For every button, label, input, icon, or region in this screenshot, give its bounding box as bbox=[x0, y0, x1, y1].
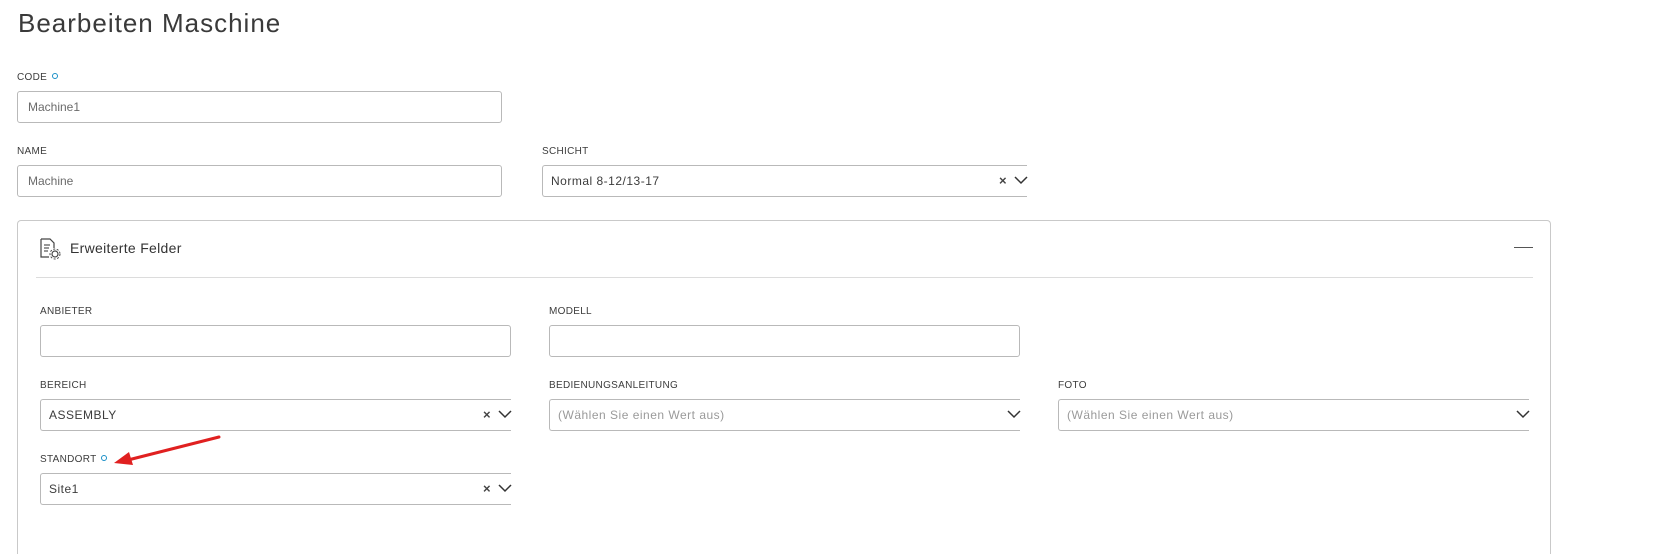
name-input[interactable]: Machine bbox=[17, 165, 502, 197]
clear-x-icon[interactable]: × bbox=[483, 474, 491, 504]
code-input[interactable]: Machine1 bbox=[17, 91, 502, 123]
name-label: NAME bbox=[17, 146, 48, 157]
bereich-select[interactable]: ASSEMBLY × bbox=[40, 399, 512, 431]
bedienungsanleitung-label: BEDIENUNGSANLEITUNG bbox=[549, 380, 679, 391]
standort-value: Site1 bbox=[49, 482, 79, 496]
anbieter-label: ANBIETER bbox=[40, 306, 93, 317]
minus-icon[interactable] bbox=[1514, 247, 1533, 248]
bereich-label: BEREICH bbox=[40, 380, 87, 391]
panel-divider bbox=[36, 277, 1533, 278]
bereich-value: ASSEMBLY bbox=[49, 408, 117, 422]
chevron-down-icon[interactable] bbox=[498, 409, 512, 419]
chevron-down-icon[interactable] bbox=[498, 483, 512, 493]
bedienungsanleitung-select[interactable]: (Wählen Sie einen Wert aus) bbox=[549, 399, 1021, 431]
panel-title: Erweiterte Felder bbox=[70, 240, 182, 256]
required-dot-icon bbox=[101, 455, 108, 461]
modell-label: MODELL bbox=[549, 306, 592, 317]
standort-label: STANDORT bbox=[40, 454, 108, 465]
chevron-down-icon[interactable] bbox=[1516, 409, 1530, 419]
chevron-down-icon[interactable] bbox=[1007, 409, 1021, 419]
foto-select[interactable]: (Wählen Sie einen Wert aus) bbox=[1058, 399, 1530, 431]
chevron-down-icon[interactable] bbox=[1014, 175, 1028, 185]
modell-input[interactable] bbox=[549, 325, 1020, 357]
schicht-value: Normal 8-12/13-17 bbox=[551, 174, 660, 188]
code-label: CODE bbox=[17, 72, 59, 83]
annotation-arrow bbox=[114, 435, 221, 465]
bedienungsanleitung-placeholder: (Wählen Sie einen Wert aus) bbox=[558, 408, 725, 422]
anbieter-input[interactable] bbox=[40, 325, 511, 357]
clear-x-icon[interactable]: × bbox=[483, 400, 491, 430]
schicht-label: SCHICHT bbox=[542, 146, 589, 157]
foto-placeholder: (Wählen Sie einen Wert aus) bbox=[1067, 408, 1234, 422]
standort-select[interactable]: Site1 × bbox=[40, 473, 512, 505]
schicht-select[interactable]: Normal 8-12/13-17 × bbox=[542, 165, 1028, 197]
page-title: Bearbeiten Maschine bbox=[18, 8, 282, 38]
foto-label: FOTO bbox=[1058, 380, 1087, 391]
required-dot-icon bbox=[52, 73, 59, 79]
clear-x-icon[interactable]: × bbox=[999, 166, 1007, 196]
document-settings-icon bbox=[40, 238, 61, 260]
